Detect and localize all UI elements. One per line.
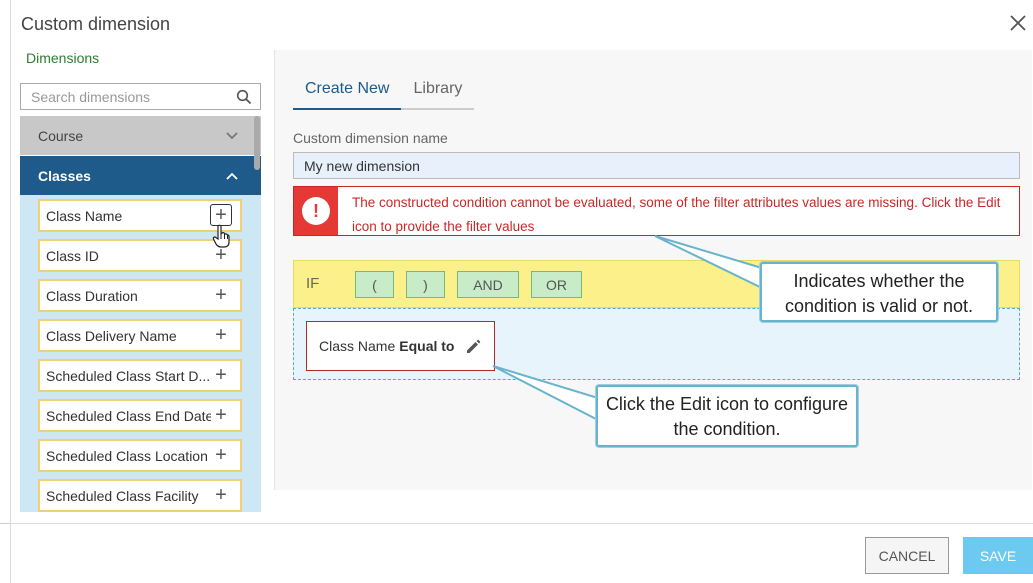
dimension-item-label: Scheduled Class End Date [46,407,211,424]
add-icon[interactable]: + [212,445,230,465]
category-label: Course [38,127,84,144]
save-button[interactable]: SAVE [963,537,1033,574]
dimension-item-scheduled-class-start-date[interactable]: Scheduled Class Start D... + [38,359,242,392]
open-paren-button[interactable]: ( [355,271,394,298]
chevron-down-icon [226,132,238,140]
background-left-strip [0,0,10,583]
add-icon[interactable]: + [212,485,230,505]
hand-cursor-icon [212,224,230,248]
callout-edit: Click the Edit icon to configure the con… [596,385,858,447]
category-label: Classes [38,167,91,184]
dimension-item-label: Class ID [46,247,99,264]
add-icon[interactable]: + [212,325,230,345]
background-divider [0,523,10,524]
error-icon-container: ! [294,187,338,235]
dimension-item-label: Class Name [46,207,123,224]
custom-dimension-name-input[interactable] [293,152,1020,179]
cancel-button[interactable]: CANCEL [865,537,949,574]
condition-field: Class Name [319,338,396,354]
dimension-item-class-delivery-name[interactable]: Class Delivery Name + [38,319,242,352]
dimension-item-scheduled-class-location[interactable]: Scheduled Class Location + [38,439,242,472]
tab-create-new[interactable]: Create New [293,78,402,110]
dimension-item-label: Scheduled Class Facility [46,487,199,504]
add-icon[interactable]: + [212,245,230,265]
tab-library[interactable]: Library [401,78,475,110]
add-icon[interactable]: + [212,405,230,425]
search-box[interactable] [20,83,261,110]
pencil-icon[interactable] [464,338,482,356]
dimension-list: Course Classes Class Name + Class ID + C… [20,116,261,512]
dialog-title: Custom dimension [21,14,171,34]
close-icon[interactable] [1007,12,1029,34]
dimension-item-label: Scheduled Class Location [46,447,208,464]
dimensions-label: Dimensions [26,50,100,66]
dimension-item-label: Scheduled Class Start D... [46,367,211,384]
custom-dimension-name-label: Custom dimension name [293,130,448,146]
condition-operator: Equal to [399,338,455,354]
error-text: The constructed condition cannot be eval… [352,195,1001,234]
error-message: ! The constructed condition cannot be ev… [293,186,1020,236]
if-label: IF [306,275,320,292]
category-classes[interactable]: Classes [20,156,261,195]
dimension-item-label: Class Delivery Name [46,327,177,344]
condition-card[interactable]: Class Name Equal to [306,321,495,371]
dimension-item-label: Class Duration [46,287,138,304]
search-icon[interactable] [236,89,252,105]
add-icon[interactable]: + [210,204,232,226]
callout-validity: Indicates whether the condition is valid… [760,262,998,322]
add-icon[interactable]: + [212,285,230,305]
dimension-item-scheduled-class-end-date[interactable]: Scheduled Class End Date + [38,399,242,432]
and-button[interactable]: AND [457,271,519,298]
dimension-item-class-duration[interactable]: Class Duration + [38,279,242,312]
error-icon: ! [302,197,330,225]
tab-bar: Create New Library [293,78,475,110]
list-scrollbar[interactable] [254,116,260,170]
footer-divider [10,523,1033,524]
close-paren-button[interactable]: ) [406,271,445,298]
search-input[interactable] [21,84,221,109]
or-button[interactable]: OR [531,271,582,298]
dimension-item-scheduled-class-facility[interactable]: Scheduled Class Facility + [38,479,242,512]
category-course[interactable]: Course [20,116,261,155]
add-icon[interactable]: + [212,365,230,385]
chevron-up-icon [226,172,238,180]
